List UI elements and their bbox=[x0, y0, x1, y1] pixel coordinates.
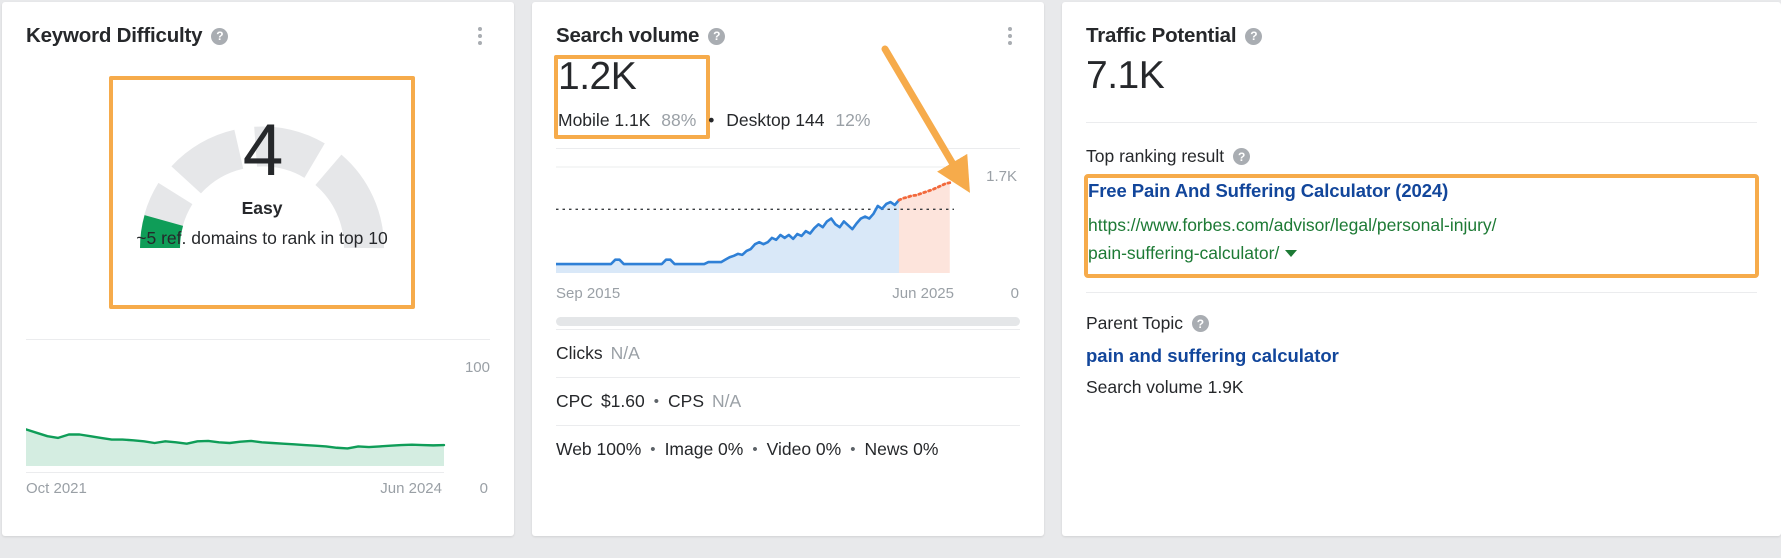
keyword-difficulty-card: Keyword Difficulty ? 4 bbox=[2, 2, 514, 536]
page-title: Keyword Difficulty bbox=[26, 24, 202, 48]
keyword-difficulty-gauge-highlight: 4 Easy ~5 ref. domains to rank in top 10 bbox=[109, 76, 415, 309]
sv-x-end-label: Jun 2025 bbox=[892, 285, 954, 302]
divider bbox=[1086, 292, 1757, 293]
keyword-difficulty-trend-chart: 100 0 Oct 2021 Jun 2024 bbox=[26, 339, 490, 499]
mobile-volume-pct: 88% bbox=[661, 110, 696, 130]
kd-x-end-label: Jun 2024 bbox=[380, 480, 442, 497]
traffic-potential-card: Traffic Potential ? 7.1K Top ranking res… bbox=[1062, 2, 1781, 536]
kd-x-start-label: Oct 2021 bbox=[26, 480, 87, 497]
sv-x-start-label: Sep 2015 bbox=[556, 285, 620, 302]
mobile-volume-label: Mobile 1.1K bbox=[558, 110, 650, 130]
kebab-menu-icon[interactable] bbox=[470, 25, 490, 47]
search-volume-title: Search volume bbox=[556, 24, 699, 48]
row-separator: • bbox=[650, 441, 655, 458]
traffic-potential-value: 7.1K bbox=[1086, 56, 1164, 95]
search-volume-device-split: Mobile 1.1K 88% • Desktop 144 12% bbox=[558, 110, 870, 131]
divider bbox=[1086, 122, 1757, 123]
sv-peak-label: 1.7K bbox=[986, 168, 1017, 185]
caret-down-icon[interactable] bbox=[1285, 250, 1297, 257]
traffic-potential-title: Traffic Potential bbox=[1086, 24, 1236, 48]
search-volume-value: 1.2K bbox=[558, 57, 636, 96]
help-icon[interactable]: ? bbox=[211, 28, 228, 45]
row-separator: • bbox=[752, 441, 757, 458]
parent-topic-volume: Search volume 1.9K bbox=[1086, 377, 1244, 398]
sv-axis-zero-label: 0 bbox=[1011, 285, 1019, 302]
difficulty-note: ~5 ref. domains to rank in top 10 bbox=[113, 228, 411, 249]
parent-topic-link[interactable]: pain and suffering calculator bbox=[1086, 345, 1339, 367]
difficulty-label: Easy bbox=[113, 198, 411, 219]
desktop-volume-pct: 12% bbox=[835, 110, 870, 130]
row-separator: • bbox=[654, 393, 659, 410]
split-separator: • bbox=[708, 110, 714, 130]
help-icon[interactable]: ? bbox=[1245, 28, 1262, 45]
search-volume-header: Search volume ? bbox=[532, 2, 1044, 48]
keyword-difficulty-header: Keyword Difficulty ? bbox=[2, 2, 514, 48]
row-separator: • bbox=[850, 441, 855, 458]
cpc-label: CPC bbox=[556, 391, 593, 412]
help-icon[interactable]: ? bbox=[1233, 148, 1250, 165]
top-ranking-result-label-row: Top ranking result ? bbox=[1086, 146, 1250, 167]
serp-video: Video 0% bbox=[767, 439, 842, 460]
help-icon[interactable]: ? bbox=[1192, 315, 1209, 332]
parent-topic-label-row: Parent Topic ? bbox=[1086, 313, 1209, 334]
search-volume-area-svg bbox=[556, 161, 956, 273]
serp-news: News 0% bbox=[865, 439, 939, 460]
search-volume-card: Search volume ? 1.2K Mobile 1.1K 88% • D… bbox=[532, 2, 1044, 536]
serp-image: Image 0% bbox=[665, 439, 744, 460]
serp-features-row: Web 100% • Image 0% • Video 0% • News 0% bbox=[556, 425, 1020, 473]
chart-scrollbar[interactable] bbox=[556, 317, 1020, 326]
clicks-label: Clicks bbox=[556, 343, 603, 364]
kd-sparkline-svg bbox=[26, 388, 446, 466]
clicks-value: N/A bbox=[611, 343, 640, 364]
result-url-line-1: https://www.forbes.com/advisor/legal/per… bbox=[1088, 215, 1497, 235]
result-url-line-2: pain-suffering-calculator/ bbox=[1088, 243, 1279, 263]
top-ranking-result-url[interactable]: https://www.forbes.com/advisor/legal/per… bbox=[1088, 211, 1748, 267]
clicks-row: Clicks N/A bbox=[556, 329, 1020, 377]
search-volume-trend-chart: 1.7K Sep 2015 Jun 2025 0 bbox=[556, 148, 1020, 300]
help-icon[interactable]: ? bbox=[708, 28, 725, 45]
kebab-menu-icon[interactable] bbox=[1000, 25, 1020, 47]
kd-axis-min-label: 0 bbox=[480, 480, 488, 497]
traffic-potential-header: Traffic Potential ? bbox=[1062, 2, 1781, 48]
cpc-value: $1.60 bbox=[601, 391, 645, 412]
metrics-dashboard: Keyword Difficulty ? 4 bbox=[0, 0, 1781, 558]
top-ranking-result-link[interactable]: Free Pain And Suffering Calculator (2024… bbox=[1088, 180, 1448, 202]
kd-axis-max-label: 100 bbox=[465, 359, 490, 376]
kd-baseline bbox=[26, 472, 444, 473]
parent-topic-label: Parent Topic bbox=[1086, 313, 1183, 334]
serp-web: Web 100% bbox=[556, 439, 641, 460]
cps-value: N/A bbox=[712, 391, 741, 412]
top-ranking-result-label: Top ranking result bbox=[1086, 146, 1224, 167]
cps-label: CPS bbox=[668, 391, 704, 412]
difficulty-score: 4 bbox=[113, 114, 411, 187]
cpc-cps-row: CPC $1.60 • CPS N/A bbox=[556, 377, 1020, 425]
desktop-volume-label: Desktop 144 bbox=[726, 110, 824, 130]
difficulty-gauge: 4 Easy ~5 ref. domains to rank in top 10 bbox=[113, 80, 411, 305]
